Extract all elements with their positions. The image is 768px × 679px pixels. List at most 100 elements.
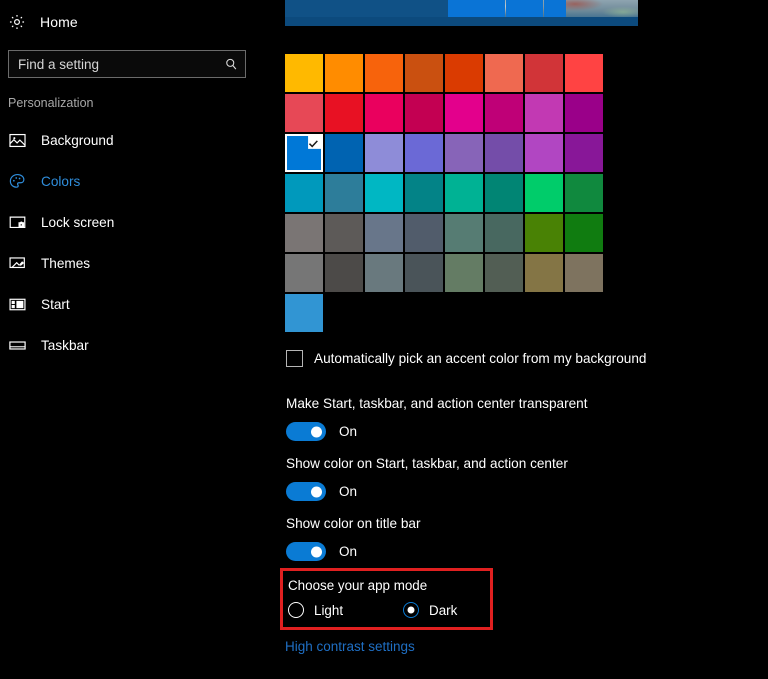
accent-color-swatch[interactable]	[365, 94, 403, 132]
accent-color-swatch[interactable]	[285, 174, 323, 212]
accent-color-swatch[interactable]	[365, 54, 403, 92]
accent-color-swatch[interactable]	[565, 134, 603, 172]
sidebar-item-label: Lock screen	[41, 215, 115, 230]
accent-color-swatch[interactable]	[285, 254, 323, 292]
accent-color-swatch[interactable]	[525, 54, 563, 92]
accent-color-swatch[interactable]	[285, 214, 323, 252]
search-box[interactable]	[8, 50, 246, 78]
taskbar-icon	[8, 336, 27, 355]
accent-color-swatch[interactable]	[525, 214, 563, 252]
accent-color-swatch[interactable]	[405, 214, 443, 252]
toggle-state: On	[339, 484, 358, 499]
sidebar-item-colors[interactable]: Colors	[0, 161, 262, 202]
accent-color-swatch[interactable]	[365, 214, 403, 252]
accent-color-swatch[interactable]	[445, 134, 483, 172]
radio-light[interactable]	[288, 602, 304, 618]
sidebar-item-label: Taskbar	[41, 338, 89, 353]
accent-color-swatch[interactable]	[325, 94, 363, 132]
title-bar-color-toggle[interactable]	[286, 542, 326, 561]
accent-color-row	[285, 54, 605, 92]
accent-color-swatch[interactable]	[285, 54, 323, 92]
accent-color-swatch[interactable]	[405, 174, 443, 212]
sidebar-item-themes[interactable]: Themes	[0, 243, 262, 284]
accent-color-swatch[interactable]	[285, 134, 323, 172]
sidebar-item-taskbar[interactable]: Taskbar	[0, 325, 262, 366]
accent-color-swatch[interactable]	[365, 134, 403, 172]
accent-color-swatch[interactable]	[405, 94, 443, 132]
search-input[interactable]	[18, 56, 224, 72]
transparency-toggle[interactable]	[286, 422, 326, 441]
accent-color-swatch[interactable]	[445, 214, 483, 252]
accent-color-swatch[interactable]	[445, 54, 483, 92]
theme-preview-strip	[285, 0, 638, 26]
accent-color-swatch[interactable]	[485, 254, 523, 292]
sidebar-item-home[interactable]: Home	[0, 7, 262, 37]
accent-color-row	[285, 94, 605, 132]
home-label: Home	[40, 14, 78, 30]
accent-color-swatch[interactable]	[365, 174, 403, 212]
auto-accent-checkbox[interactable]	[286, 350, 303, 367]
custom-color-row	[285, 294, 605, 332]
start-tiles-icon	[8, 295, 27, 314]
accent-color-row	[285, 254, 605, 292]
section-title: Personalization	[8, 96, 94, 110]
start-color-toggle[interactable]	[286, 482, 326, 501]
accent-color-swatch[interactable]	[405, 134, 443, 172]
toggle-knob	[311, 426, 322, 437]
app-mode-title: Choose your app mode	[288, 578, 428, 593]
accent-color-row	[285, 134, 605, 172]
auto-accent-checkbox-row[interactable]: Automatically pick an accent color from …	[286, 350, 646, 367]
accent-color-swatch[interactable]	[405, 254, 443, 292]
accent-color-swatch[interactable]	[565, 94, 603, 132]
accent-color-swatch[interactable]	[485, 174, 523, 212]
accent-color-swatch[interactable]	[325, 134, 363, 172]
custom-color-swatch[interactable]	[285, 294, 323, 332]
accent-color-swatch[interactable]	[525, 174, 563, 212]
accent-color-swatch[interactable]	[405, 54, 443, 92]
sidebar-item-label: Background	[41, 133, 114, 148]
accent-color-row	[285, 174, 605, 212]
preview-tile	[448, 0, 505, 17]
accent-color-swatch[interactable]	[485, 94, 523, 132]
accent-color-swatch[interactable]	[445, 94, 483, 132]
sidebar-item-start[interactable]: Start	[0, 284, 262, 325]
app-mode-radio-group: Light Dark	[288, 602, 490, 618]
accent-color-swatch[interactable]	[565, 174, 603, 212]
toggle-state: On	[339, 544, 358, 559]
accent-color-swatch[interactable]	[565, 54, 603, 92]
accent-color-swatch[interactable]	[525, 134, 563, 172]
checkmark-icon	[308, 140, 318, 148]
accent-color-swatch[interactable]	[485, 214, 523, 252]
accent-color-swatch[interactable]	[365, 254, 403, 292]
accent-color-swatch[interactable]	[565, 254, 603, 292]
accent-color-swatch[interactable]	[325, 54, 363, 92]
accent-color-swatch[interactable]	[525, 254, 563, 292]
radio-label: Light	[314, 602, 344, 618]
radio-dark[interactable]	[403, 602, 420, 618]
sidebar-item-lock-screen[interactable]: Lock screen	[0, 202, 262, 243]
brush-icon	[8, 254, 27, 273]
preview-tile	[506, 0, 543, 17]
high-contrast-settings-link[interactable]: High contrast settings	[285, 639, 415, 654]
settings-window: Home Personalization	[0, 0, 768, 679]
accent-color-swatch[interactable]	[525, 94, 563, 132]
accent-color-swatch[interactable]	[325, 254, 363, 292]
accent-color-swatch[interactable]	[445, 254, 483, 292]
auto-accent-label: Automatically pick an accent color from …	[314, 351, 647, 366]
sidebar-item-background[interactable]: Background	[0, 120, 262, 161]
accent-color-swatch[interactable]	[485, 54, 523, 92]
accent-color-swatch[interactable]	[565, 214, 603, 252]
accent-color-grid	[285, 54, 605, 334]
accent-color-swatch[interactable]	[485, 134, 523, 172]
app-mode-option-dark[interactable]: Dark	[403, 602, 457, 618]
toggle-row: On	[286, 422, 588, 441]
app-mode-option-light[interactable]: Light	[288, 602, 343, 618]
preview-tile	[544, 0, 566, 17]
search-icon[interactable]	[224, 57, 239, 72]
toggle-group-start-color: Show color on Start, taskbar, and action…	[286, 456, 568, 501]
accent-color-swatch[interactable]	[445, 174, 483, 212]
accent-color-swatch[interactable]	[325, 174, 363, 212]
accent-color-swatch[interactable]	[325, 214, 363, 252]
preview-taskbar	[285, 17, 638, 26]
accent-color-swatch[interactable]	[285, 94, 323, 132]
